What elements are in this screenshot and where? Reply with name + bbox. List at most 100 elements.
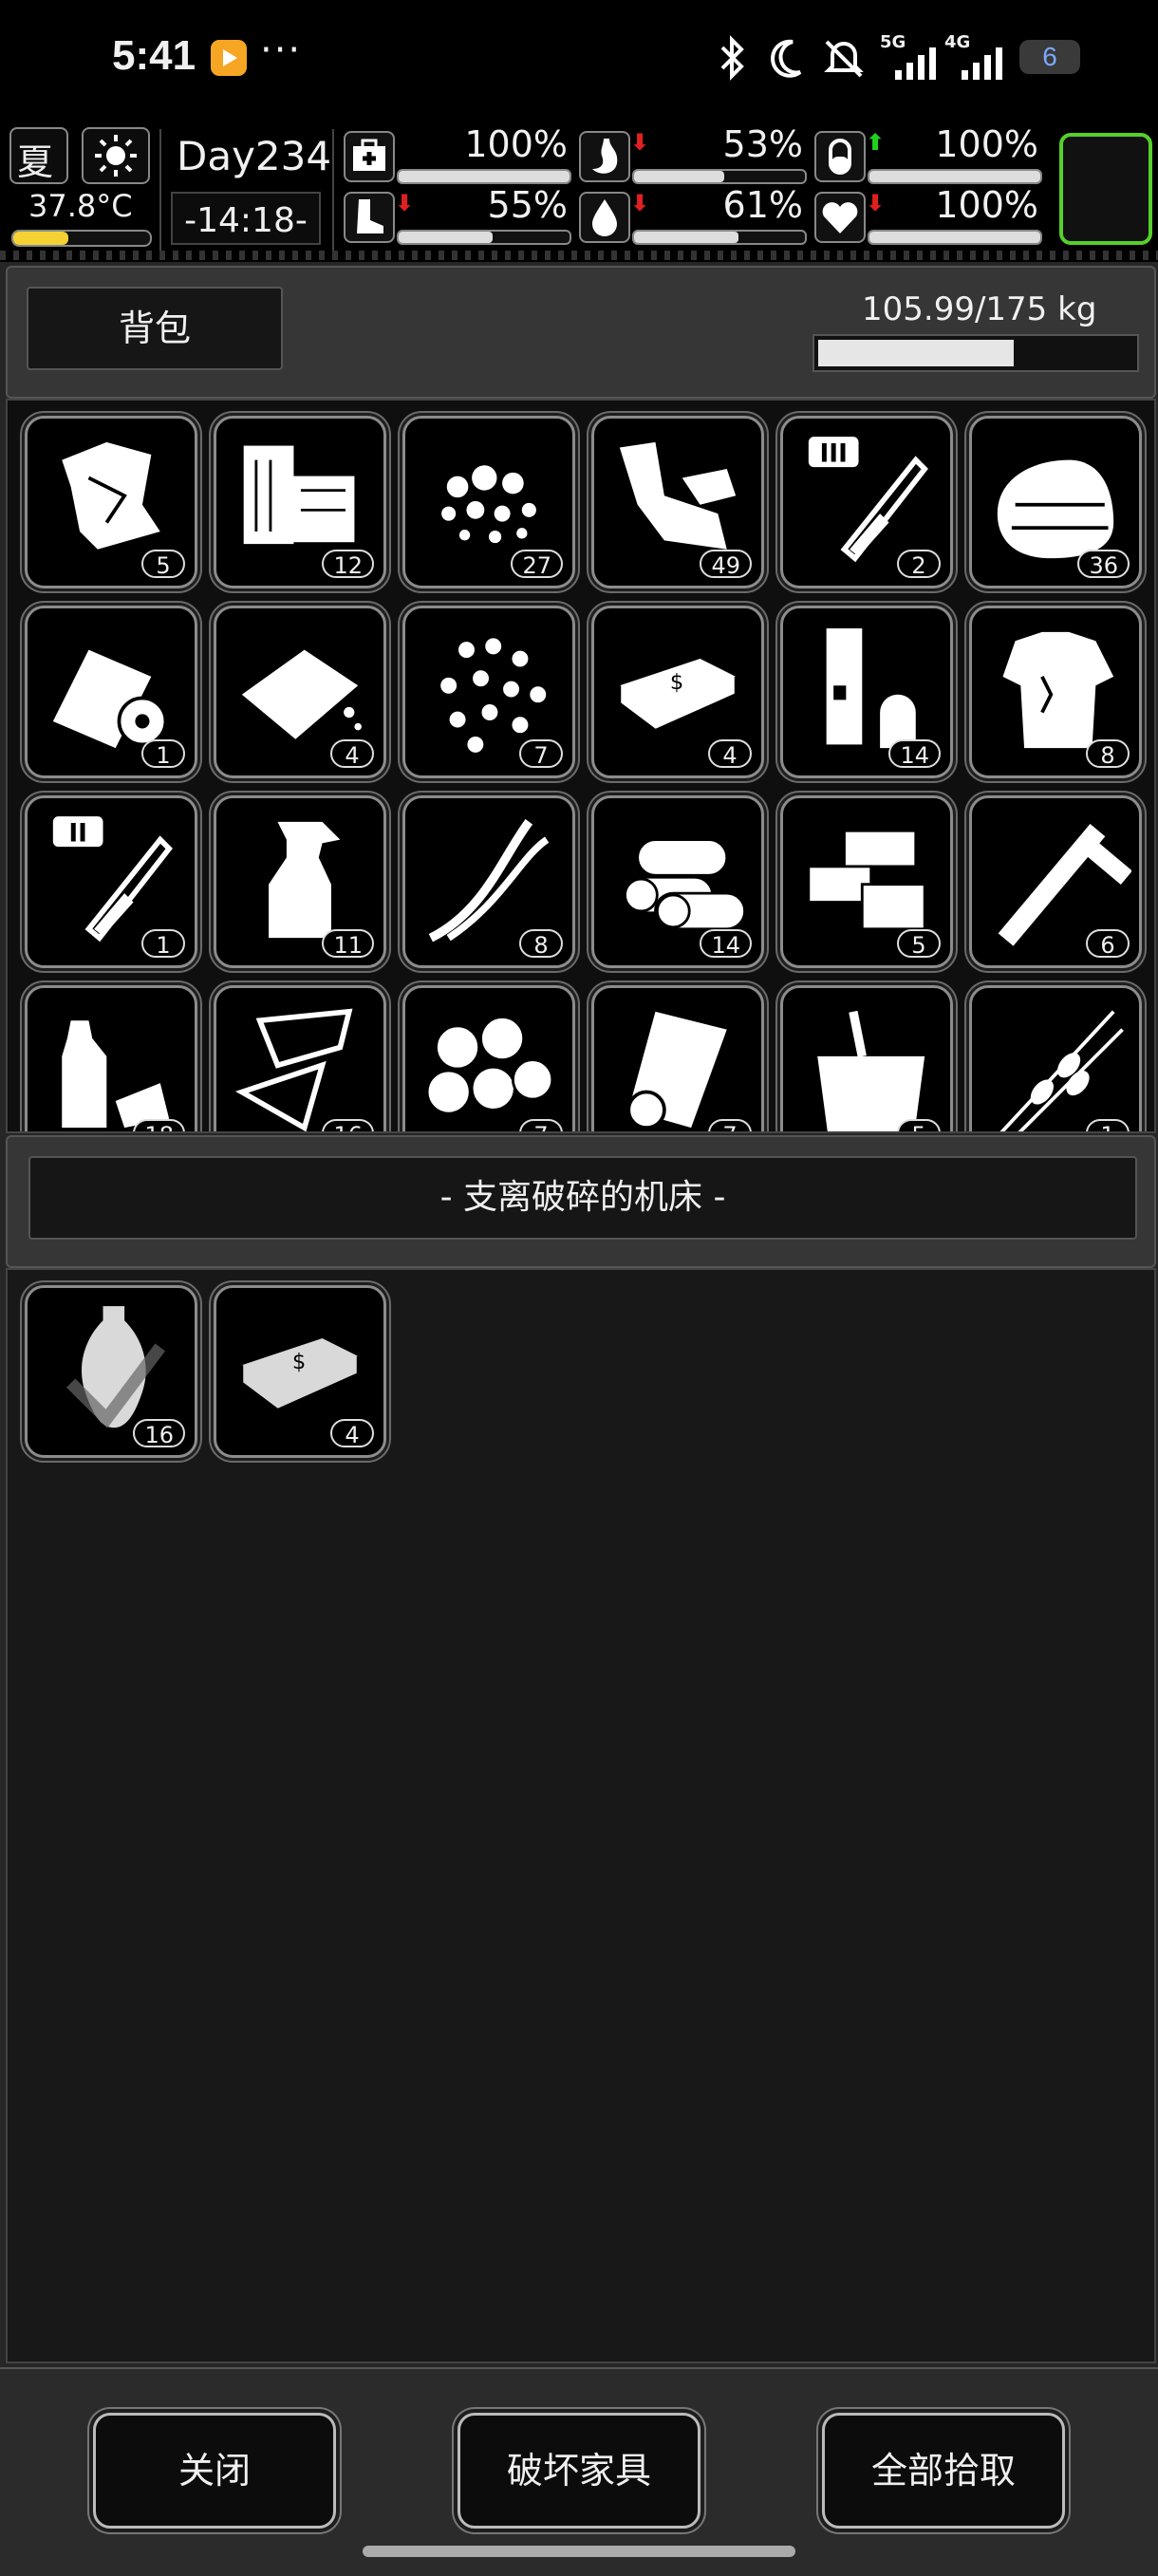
inventory-slot[interactable]: 18: [25, 985, 197, 1131]
backpack-grid[interactable]: 5122749III236147$4148II1118145618167751: [6, 399, 1156, 1133]
close-button[interactable]: 关闭: [93, 2413, 336, 2529]
container-grid[interactable]: 16 $4: [6, 1268, 1156, 2363]
inventory-slot[interactable]: 16: [25, 1285, 197, 1458]
inventory-slot[interactable]: 49: [591, 416, 764, 588]
stat-bar-fill: [634, 232, 738, 243]
item-count-badge: 16: [133, 1419, 185, 1448]
inventory-slot[interactable]: 11: [214, 795, 386, 968]
container-title: - 支离破碎的机床 -: [28, 1156, 1137, 1240]
weather-sun-icon: [82, 127, 150, 184]
item-count-badge: 7: [708, 1119, 752, 1131]
inventory-slot[interactable]: $4: [591, 606, 764, 778]
inventory-slot[interactable]: 14: [591, 795, 764, 968]
media-play-icon: [211, 40, 247, 76]
inventory-slot[interactable]: III 2: [780, 416, 953, 588]
inventory-slot[interactable]: 7: [591, 985, 764, 1131]
trend-down-arrow: ⬇: [630, 129, 650, 156]
stat-bar: [632, 230, 807, 245]
item-count-badge: 8: [1086, 739, 1130, 769]
bucket-icon: [817, 1010, 925, 1131]
game-hud: 夏 37.8°C Day234 -14:18- 100% ⬇ 53% ⬆ 100…: [0, 121, 1158, 262]
inventory-slot[interactable]: 7: [402, 985, 575, 1131]
stat-percent: 53%: [722, 123, 803, 165]
item-count-badge: 1: [141, 929, 185, 959]
inventory-slot[interactable]: 7: [402, 606, 575, 778]
game-clock: -14:18-: [184, 201, 308, 240]
inventory-slot[interactable]: 1: [969, 985, 1142, 1131]
divider: [159, 129, 161, 251]
item-count-badge: 16: [322, 1119, 374, 1131]
cotton-balls-icon: [425, 1016, 554, 1115]
signal-strength-icon: [895, 47, 936, 80]
stat-bar-fill: [869, 232, 1040, 243]
inventory-slot[interactable]: 27: [402, 416, 575, 588]
inventory-slot[interactable]: 12: [214, 416, 386, 588]
more-notifications-icon: ···: [260, 28, 303, 72]
home-indicator[interactable]: [363, 2546, 795, 2557]
game-clock-box: -14:18-: [171, 192, 321, 245]
plastic-bottles-icon: [62, 1020, 170, 1129]
inventory-slot[interactable]: 5: [780, 795, 953, 968]
trend-down-arrow: ⬇: [630, 190, 650, 216]
item-count-badge: 18: [133, 1119, 185, 1131]
mute-bell-icon: [824, 40, 864, 78]
item-count-badge: 4: [330, 739, 374, 769]
inventory-slot[interactable]: 14: [780, 606, 953, 778]
item-count-badge: 12: [322, 550, 374, 579]
item-count-badge: 14: [888, 739, 941, 769]
inventory-slot[interactable]: 5: [780, 985, 953, 1131]
destroy-furniture-button[interactable]: 破坏家具: [458, 2413, 700, 2529]
battery-indicator: 6: [1019, 40, 1080, 74]
inventory-slot[interactable]: 8: [969, 606, 1142, 778]
foot-icon: [344, 192, 395, 243]
inventory-slot[interactable]: 4: [214, 606, 386, 778]
item-count-badge: 27: [511, 550, 563, 579]
item-count-badge: 7: [519, 1119, 563, 1131]
inventory-slot[interactable]: 1: [25, 606, 197, 778]
item-count-badge: 5: [141, 550, 185, 579]
stat-bar: [397, 230, 571, 245]
inventory-slot[interactable]: 16: [214, 985, 386, 1131]
hunger-stat: ⬇ 53%: [579, 123, 807, 186]
stat-bar-fill: [869, 171, 1040, 182]
season-indicator: 夏: [9, 127, 68, 184]
weight-bar-fill: [818, 340, 1015, 366]
glass-shards-icon: [234, 1008, 353, 1131]
stat-bar: [868, 169, 1042, 184]
stat-bar: [868, 230, 1042, 245]
stat-bar-fill: [399, 232, 493, 243]
medicine-stat: ⬆ 100%: [814, 123, 1042, 186]
moon-icon: [771, 39, 802, 78]
hud-tick-strip: [0, 251, 1158, 260]
action-bar: 关闭 破坏家具 全部拾取: [0, 2367, 1158, 2576]
item-count-badge: 6: [1086, 929, 1130, 959]
take-all-button[interactable]: 全部拾取: [822, 2413, 1065, 2529]
inventory-slot[interactable]: II 1: [25, 795, 197, 968]
water-drop-icon: [579, 192, 630, 243]
inventory-slot[interactable]: 36: [969, 416, 1142, 588]
bluetooth-icon: [720, 35, 744, 81]
stat-bar-fill: [634, 171, 725, 182]
inventory-slot[interactable]: $4: [214, 1285, 386, 1458]
divider: [332, 129, 334, 251]
inventory-slot[interactable]: 5: [25, 416, 197, 588]
item-count-badge: 36: [1077, 550, 1130, 579]
thirst-stat: ⬇ 61%: [579, 184, 807, 247]
item-count-badge: 4: [330, 1419, 374, 1448]
svg-text:III: III: [819, 440, 847, 469]
inventory-slot[interactable]: 6: [969, 795, 1142, 968]
system-status-bar: 5:41 ··· 5G 4G 6: [0, 0, 1158, 121]
item-count-badge: 1: [141, 739, 185, 769]
item-count-badge: 49: [700, 550, 752, 579]
equipped-slot[interactable]: [1059, 133, 1152, 245]
stat-bar: [397, 169, 571, 184]
item-count-badge: 8: [519, 929, 563, 959]
medkit-icon: [344, 131, 395, 182]
inventory-slot[interactable]: 8: [402, 795, 575, 968]
backpack-header: 背包 105.99/175 kg: [6, 266, 1156, 399]
item-count-badge: 14: [700, 929, 752, 959]
temperature-bar-fill: [13, 232, 68, 245]
weight-bar: [812, 334, 1139, 372]
paper-roll-icon: [626, 1011, 727, 1130]
backpack-title: 背包: [27, 287, 283, 370]
